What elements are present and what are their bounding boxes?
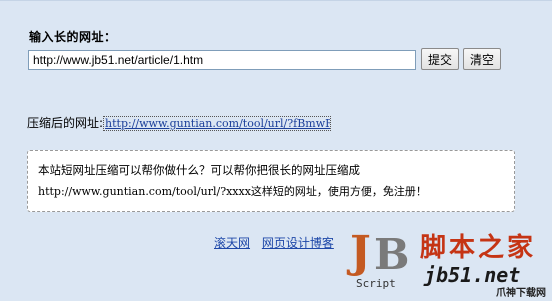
footer-links: 滚天网 网页设计博客 [214,234,342,251]
submit-button[interactable]: 提交 [421,48,459,70]
notice-line-1: 本站短网址压缩可以帮你做什么？可以帮你把很长的网址压缩成 [38,163,360,177]
short-url-link[interactable]: http://www.guntian.com/tool/url/?fBmwRe [103,116,332,131]
logo-b-glyph: B [374,230,410,279]
logo-brand-cn: 脚本之家 [420,233,537,263]
footer-link-web-design-blog[interactable]: 网页设计博客 [262,236,334,250]
logo-script-text: Script [356,277,396,290]
main-panel: 输入长的网址： 提交 清空 压缩后的网址:http://www.guntian.… [0,0,552,301]
notice-line-2: http://www.guntian.com/tool/url/?xxxx这样短… [38,185,427,198]
url-input-label: 输入长的网址： [29,30,117,44]
logo-corner-text: 爪神下载网 [496,288,546,299]
long-url-input[interactable] [28,50,416,70]
jb51-watermark-logo: J B Script 脚本之家 jb51.net 爪神下载网 [344,225,552,302]
clear-button[interactable]: 清空 [463,48,501,70]
footer-link-guntian[interactable]: 滚天网 [214,236,250,250]
result-row: 压缩后的网址: http://www.guntian.com/tool/url/?… [27,114,332,131]
logo-j-glyph: J [350,227,371,278]
result-label: 压缩后的网址: [27,116,104,130]
notice-box: 本站短网址压缩可以帮你做什么？可以帮你把很长的网址压缩成 http://www.… [27,150,515,212]
